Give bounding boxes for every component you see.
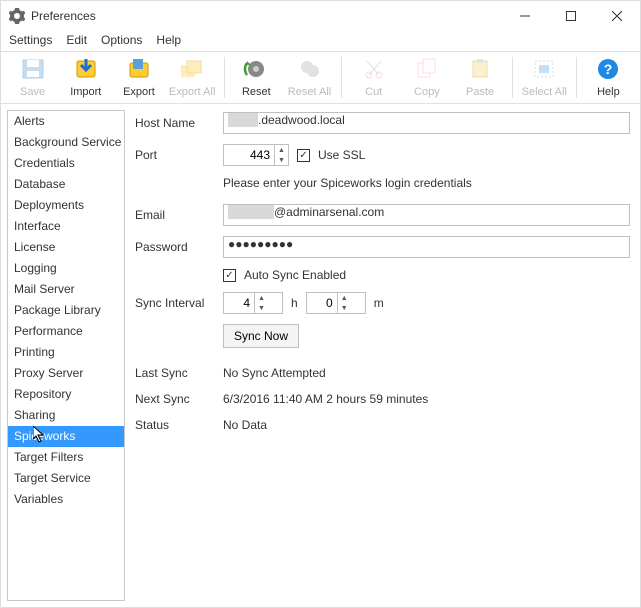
svg-text:?: ? <box>604 61 613 77</box>
sidebar[interactable]: AlertsBackground ServiceCredentialsDatab… <box>7 110 125 601</box>
hostname-suffix: .deadwood.local <box>258 113 345 127</box>
menu-settings[interactable]: Settings <box>9 33 52 47</box>
port-input[interactable] <box>224 148 274 162</box>
interval-h-input[interactable] <box>224 296 254 310</box>
help-button[interactable]: ?Help <box>583 55 634 100</box>
minimize-button[interactable] <box>502 1 548 31</box>
interval-m-arrows[interactable]: ▲▼ <box>337 293 351 313</box>
sidebar-item-interface[interactable]: Interface <box>8 216 124 237</box>
email-input[interactable]: @adminarsenal.com <box>223 204 630 226</box>
export-icon <box>126 57 152 84</box>
sidebar-item-performance[interactable]: Performance <box>8 321 124 342</box>
hostname-label: Host Name <box>135 116 215 130</box>
export-all-button: Export All <box>167 55 218 100</box>
content: Host Name .deadwood.local Port ▲▼ ✓ Use … <box>131 110 634 601</box>
copy-button: Copy <box>401 55 452 100</box>
hostname-masked <box>228 113 258 127</box>
interval-h-unit: h <box>291 296 298 310</box>
sidebar-item-target-filters[interactable]: Target Filters <box>8 447 124 468</box>
last-sync-value: No Sync Attempted <box>223 366 326 380</box>
sync-now-button[interactable]: Sync Now <box>223 324 299 348</box>
sidebar-item-background-service[interactable]: Background Service <box>8 132 124 153</box>
cut-button: Cut <box>348 55 399 100</box>
next-sync-label: Next Sync <box>135 392 215 406</box>
reset-button[interactable]: Reset <box>231 55 282 100</box>
export-all-icon <box>179 57 205 84</box>
sidebar-item-target-service[interactable]: Target Service <box>8 468 124 489</box>
sidebar-item-database[interactable]: Database <box>8 174 124 195</box>
select-all-button: Select All <box>519 55 570 100</box>
help-icon: ? <box>595 57 621 84</box>
hostname-input[interactable]: .deadwood.local <box>223 112 630 134</box>
sidebar-item-mail-server[interactable]: Mail Server <box>8 279 124 300</box>
email-suffix: @adminarsenal.com <box>274 205 384 219</box>
export-button[interactable]: Export <box>113 55 164 100</box>
copy-icon <box>414 57 440 84</box>
gear-icon <box>9 8 25 24</box>
save-icon <box>20 57 46 84</box>
sidebar-item-license[interactable]: License <box>8 237 124 258</box>
port-spinner[interactable]: ▲▼ <box>223 144 289 166</box>
save-button: Save <box>7 55 58 100</box>
reset-all-button: Reset All <box>284 55 335 100</box>
paste-button: Paste <box>454 55 505 100</box>
cursor-icon <box>33 426 47 449</box>
sidebar-item-printing[interactable]: Printing <box>8 342 124 363</box>
interval-m-unit: m <box>374 296 384 310</box>
menubar: Settings Edit Options Help <box>1 31 640 51</box>
password-label: Password <box>135 240 215 254</box>
window-title: Preferences <box>31 9 502 23</box>
reset-icon <box>243 57 269 84</box>
reset-all-icon <box>297 57 323 84</box>
maximize-button[interactable] <box>548 1 594 31</box>
interval-label: Sync Interval <box>135 296 215 310</box>
interval-m-input[interactable] <box>307 296 337 310</box>
import-icon <box>73 57 99 84</box>
body: AlertsBackground ServiceCredentialsDatab… <box>1 104 640 607</box>
close-button[interactable] <box>594 1 640 31</box>
preferences-window: Preferences Settings Edit Options Help Save… <box>0 0 641 608</box>
password-input[interactable]: ●●●●●●●●● <box>223 236 630 258</box>
sidebar-item-variables[interactable]: Variables <box>8 489 124 510</box>
sidebar-item-credentials[interactable]: Credentials <box>8 153 124 174</box>
menu-options[interactable]: Options <box>101 33 142 47</box>
menu-edit[interactable]: Edit <box>66 33 87 47</box>
status-value: No Data <box>223 418 267 432</box>
sidebar-item-proxy-server[interactable]: Proxy Server <box>8 363 124 384</box>
titlebar: Preferences <box>1 1 640 31</box>
sidebar-item-deployments[interactable]: Deployments <box>8 195 124 216</box>
sidebar-item-repository[interactable]: Repository <box>8 384 124 405</box>
use-ssl-label: Use SSL <box>318 148 365 162</box>
interval-h-spinner[interactable]: ▲▼ <box>223 292 283 314</box>
toolbar: SaveImportExportExport All ResetReset All… <box>1 51 640 104</box>
cut-icon <box>361 57 387 84</box>
port-label: Port <box>135 148 215 162</box>
menu-help[interactable]: Help <box>156 33 181 47</box>
sidebar-item-spiceworks[interactable]: Spiceworks <box>8 426 124 447</box>
credentials-hint: Please enter your Spiceworks login crede… <box>223 176 630 190</box>
autosync-label: Auto Sync Enabled <box>244 268 346 282</box>
paste-icon <box>467 57 493 84</box>
interval-h-arrows[interactable]: ▲▼ <box>254 293 268 313</box>
sidebar-item-alerts[interactable]: Alerts <box>8 111 124 132</box>
sidebar-item-package-library[interactable]: Package Library <box>8 300 124 321</box>
sidebar-item-sharing[interactable]: Sharing <box>8 405 124 426</box>
window-controls <box>502 1 640 31</box>
next-sync-value: 6/3/2016 11:40 AM 2 hours 59 minutes <box>223 392 428 406</box>
use-ssl-checkbox[interactable]: ✓ <box>297 149 310 162</box>
interval-m-spinner[interactable]: ▲▼ <box>306 292 366 314</box>
select-all-icon <box>531 57 557 84</box>
email-label: Email <box>135 208 215 222</box>
import-button[interactable]: Import <box>60 55 111 100</box>
last-sync-label: Last Sync <box>135 366 215 380</box>
sidebar-item-logging[interactable]: Logging <box>8 258 124 279</box>
autosync-checkbox[interactable]: ✓ <box>223 269 236 282</box>
port-arrows[interactable]: ▲▼ <box>274 145 288 165</box>
status-label: Status <box>135 418 215 432</box>
email-masked <box>228 205 274 219</box>
